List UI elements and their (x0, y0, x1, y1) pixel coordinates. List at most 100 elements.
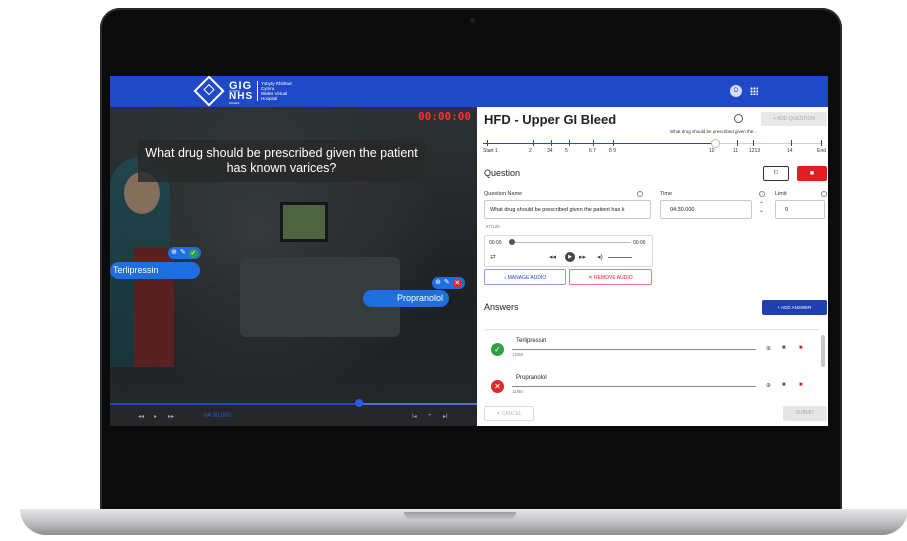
edit-icon[interactable]: ✎ (180, 247, 186, 259)
add-marker-button[interactable]: + (428, 413, 432, 419)
laptop-notch (404, 512, 516, 520)
answer-pill-propranolol[interactable]: Propranolol (363, 290, 449, 307)
timeline-label: End (817, 148, 826, 154)
mark-in-button[interactable]: I◂ (412, 413, 417, 420)
edit-icon[interactable]: ✎ (444, 277, 450, 289)
page-title: HFD - Upper GI Bleed (484, 112, 617, 127)
timeline-tick[interactable] (791, 140, 792, 146)
remove-audio-button[interactable]: ✕ REMOVE AUDIO (569, 269, 652, 285)
time-label: Time (660, 191, 673, 197)
webcam (470, 18, 475, 23)
volume-slider[interactable] (608, 257, 632, 258)
time-input[interactable]: 04:30.000 (660, 200, 752, 219)
history-icon[interactable] (734, 114, 743, 123)
timeline-label: 11 (733, 148, 739, 154)
timeline-tick[interactable] (613, 140, 614, 146)
answer-controls-terlipressin[interactable]: ⊕ ✎ ✓ (168, 247, 201, 259)
close-icon[interactable]: ✕ (491, 380, 504, 393)
target-icon[interactable]: ⊕ (766, 345, 771, 352)
answers-scrollbar[interactable] (821, 335, 825, 367)
timeline-tick[interactable] (487, 140, 488, 146)
video-controls: ◂◂ ▸ ▸▸ 04:30.000 I◂ + ▸I (110, 407, 477, 426)
add-question-button[interactable]: + ADD QUESTION (761, 112, 827, 126)
audio-player: 00:00 00:06 ⇄ ◂◂ ▶ ▸▸ ◂) (484, 235, 653, 267)
timeline-label: 2 (529, 148, 532, 154)
editor-panel: HFD - Upper GI Bleed + ADD QUESTION What… (477, 107, 828, 426)
mark-out-button[interactable]: ▸I (443, 413, 448, 420)
add-answer-button[interactable]: + ADD ANSWER (762, 300, 827, 315)
trash-icon[interactable]: ■ (799, 345, 803, 351)
nhs-wales-logo-icon (193, 76, 225, 107)
forward-button[interactable]: ▸▸ (168, 413, 174, 420)
question-overlay: What drug should be prescribed given the… (138, 140, 425, 182)
manage-audio-label: MANAGE AUDIO (507, 275, 547, 281)
timeline-knob[interactable] (711, 139, 720, 148)
flag-icon: ⚐ (772, 170, 780, 177)
submit-button[interactable]: SUBMIT (783, 406, 827, 421)
video-scrubber[interactable] (355, 399, 363, 407)
flag-button[interactable]: ⚐ (763, 166, 789, 181)
video-player[interactable]: 00:00:00 What drug should be prescribed … (110, 107, 477, 426)
answer-name: Propranolol (516, 375, 547, 381)
list-item[interactable]: ✕ Propranolol 11/50 ⊕ ■ ■ (484, 369, 820, 403)
timeline-label: Start 1 (483, 148, 498, 154)
user-avatar[interactable]: D (730, 85, 742, 97)
timeline-tick[interactable] (753, 140, 754, 146)
shuffle-icon[interactable]: ⇄ (490, 253, 496, 261)
close-icon: ✕ (452, 278, 462, 288)
logo-text: Ysbyty Rhithwir Cymru Wales Virtual Hosp… (261, 81, 309, 101)
list-item[interactable]: ✓ Terlipressin 12/50 ⊕ ■ ■ (484, 332, 820, 366)
manage-audio-button[interactable]: ♪ MANAGE AUDIO (484, 269, 566, 285)
timeline-label: 34 (547, 148, 553, 154)
answer-pill-terlipressin[interactable]: Terlipressin (110, 262, 200, 279)
audio-start-time: 00:00 (489, 240, 502, 246)
check-icon[interactable]: ✓ (491, 343, 504, 356)
target-icon[interactable]: ⊕ (171, 247, 177, 259)
trash-icon[interactable]: ■ (799, 382, 803, 388)
app-screen: GIG NHS CYMRU WALES Ysbyty Rhithwir Cymr… (110, 76, 828, 426)
logo-divider (257, 81, 258, 101)
timeline-tick[interactable] (821, 140, 822, 146)
question-name-input[interactable]: What drug should be prescribed given the… (484, 200, 651, 219)
timeline-label: 10 (709, 148, 715, 154)
info-icon[interactable] (759, 191, 765, 197)
timeline-label: 8 9 (609, 148, 616, 154)
volume-icon[interactable]: ◂) (597, 253, 603, 261)
timeline-tick[interactable] (551, 140, 552, 146)
answer-name: Terlipressin (516, 338, 547, 344)
answer-controls-propranolol[interactable]: ⊕ ✎ ✕ (432, 277, 465, 289)
timeline-tooltip: What drug should be prescribed given the… (670, 129, 758, 134)
audio-end-time: 00:06 (633, 240, 646, 246)
target-icon[interactable]: ⊕ (435, 277, 441, 289)
audio-play-button[interactable]: ▶ (565, 252, 575, 262)
audio-scrubber[interactable] (509, 239, 515, 245)
target-icon[interactable]: ⊕ (766, 382, 771, 389)
rewind-button[interactable]: ◂◂ (138, 413, 144, 420)
audio-progress-bar[interactable] (511, 242, 631, 243)
timeline-label: 5 (565, 148, 568, 154)
cancel-button[interactable]: ✕ CANCEL (484, 406, 534, 421)
video-icon[interactable]: ■ (782, 382, 786, 388)
delete-question-button[interactable]: ■ (797, 166, 827, 181)
question-section-label: Question (484, 168, 521, 178)
play-button[interactable]: ▸ (154, 413, 157, 420)
timeline-tick[interactable] (593, 140, 594, 146)
timeline-label: 6 7 (589, 148, 596, 154)
grid-icon[interactable] (750, 87, 758, 95)
timeline-tick[interactable] (737, 140, 738, 146)
time-stepper[interactable]: ⌃ ⌄ (759, 202, 764, 214)
timeline-tick[interactable] (533, 140, 534, 146)
video-current-time: 04:30.000 (204, 413, 231, 419)
timeline-label: 1213 (749, 148, 761, 154)
logo-text-line: Hospital (261, 96, 278, 101)
check-icon: ✓ (188, 248, 198, 258)
limit-label: Limit (775, 191, 787, 197)
info-icon[interactable] (821, 191, 827, 197)
audio-rewind-button[interactable]: ◂◂ (549, 253, 556, 261)
audio-forward-button[interactable]: ▸▸ (579, 253, 586, 261)
info-icon[interactable] (637, 191, 643, 197)
video-icon[interactable]: ■ (782, 345, 786, 351)
timeline-label: 14 (787, 148, 793, 154)
timeline-tick[interactable] (569, 140, 570, 146)
limit-input[interactable]: 0 (775, 200, 825, 219)
